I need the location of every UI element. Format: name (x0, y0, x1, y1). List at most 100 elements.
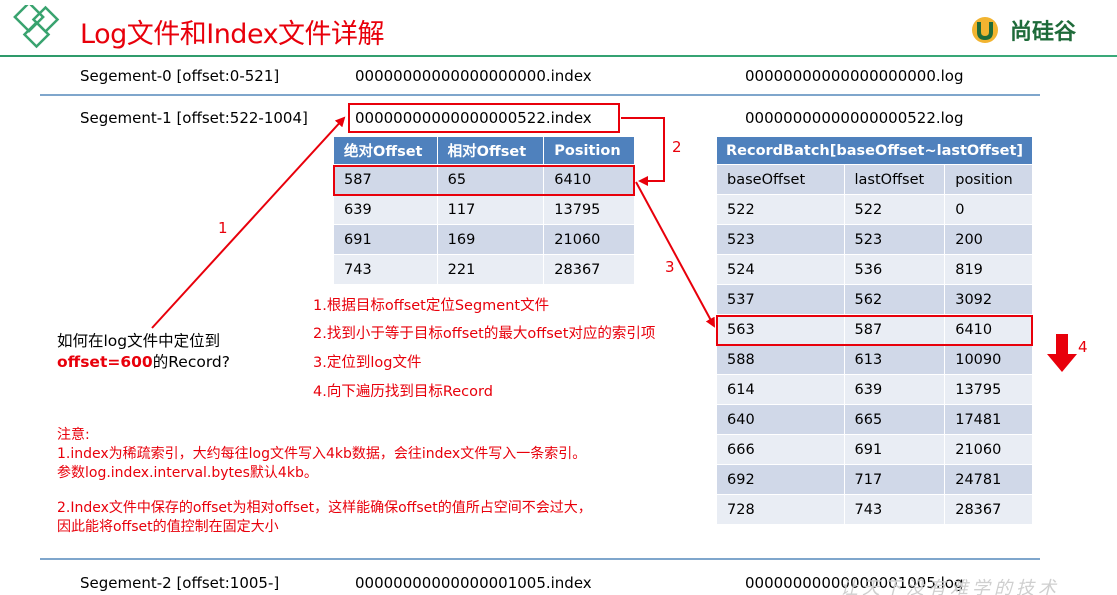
table-cell: 117 (436, 194, 545, 225)
index-table-header: 绝对Offset 相对Offset Position (333, 136, 635, 165)
arrow-step-3 (635, 181, 715, 328)
segment-1-index-highlight (348, 103, 620, 133)
table-cell: 522 (716, 194, 845, 225)
segment-divider (40, 94, 1040, 96)
table-cell: 666 (716, 434, 845, 465)
segment-divider (40, 558, 1040, 560)
table-cell: 743 (843, 494, 946, 525)
table-row: 692 717 24781 (716, 464, 1033, 495)
table-cell: 640 (716, 404, 845, 435)
table-row: 537 562 3092 (716, 284, 1033, 315)
table-cell: 588 (716, 344, 845, 375)
table-row: 728 743 28367 (716, 494, 1033, 525)
question-text: 如何在log文件中定位到 offset=600的Record? (57, 331, 230, 373)
target-offset: offset=600 (57, 353, 153, 371)
segment-0-label: Segement-0 [offset:0-521] (80, 67, 280, 85)
question-line-2: offset=600的Record? (57, 352, 230, 373)
table-cell: 537 (716, 284, 845, 315)
down-arrow-icon (1047, 334, 1077, 372)
table-cell: 0 (944, 194, 1033, 225)
segment-1-log-file: 00000000000000000522.log (745, 109, 964, 127)
table-cell: 562 (843, 284, 946, 315)
table-cell: 21060 (944, 434, 1033, 465)
table-row: 522 522 0 (716, 194, 1033, 225)
table-cell: 692 (716, 464, 845, 495)
page-title: Log文件和Index文件详解 (80, 19, 385, 50)
table-row: 666 691 21060 (716, 434, 1033, 465)
step-1-text: 1.根据目标offset定位Segment文件 (313, 298, 550, 314)
title-divider (0, 55, 1117, 57)
index-header-relative-offset: 相对Offset (436, 136, 545, 165)
step-number-1: 1 (218, 219, 228, 237)
table-row: 524 536 819 (716, 254, 1033, 285)
segment-1-label: Segement-1 [offset:522-1004] (80, 109, 308, 127)
table-cell: 639 (333, 194, 438, 225)
question-line-2-rest: 的Record? (152, 353, 230, 371)
table-cell: 200 (944, 224, 1033, 255)
brand-name: 尚硅谷 (1010, 20, 1077, 45)
index-header-position: Position (543, 136, 635, 165)
table-cell: 728 (716, 494, 845, 525)
record-batch-title: RecordBatch[baseOffset~lastOffset] (716, 136, 1033, 165)
table-row: 614 639 13795 (716, 374, 1033, 405)
watermark: 让天下没有难学的技术 (840, 578, 1060, 595)
table-cell: 28367 (543, 254, 635, 285)
table-cell: 13795 (944, 374, 1033, 405)
table-cell: 169 (436, 224, 545, 255)
table-row: 691 169 21060 (333, 224, 635, 255)
step-number-2: 2 (672, 138, 682, 156)
table-row: 588 613 10090 (716, 344, 1033, 375)
table-cell: 21060 (543, 224, 635, 255)
step-3-text: 3.定位到log文件 (313, 355, 422, 371)
record-row-highlight (716, 315, 1033, 346)
table-cell: 522 (843, 194, 946, 225)
segment-2-label: Segement-2 [offset:1005-] (80, 574, 280, 592)
index-table: 绝对Offset 相对Offset Position 587 65 6410 6… (333, 136, 635, 285)
note-2-line-2: 因此能将offset的值控制在固定大小 (57, 519, 279, 535)
title-bar: Log文件和Index文件详解 尚硅谷 (0, 0, 1117, 57)
table-cell: 536 (843, 254, 946, 285)
table-cell: 13795 (543, 194, 635, 225)
table-cell: 523 (716, 224, 845, 255)
index-header-absolute-offset: 绝对Offset (333, 136, 438, 165)
table-row: 523 523 200 (716, 224, 1033, 255)
table-cell: 3092 (944, 284, 1033, 315)
table-cell: 743 (333, 254, 438, 285)
table-cell: 691 (333, 224, 438, 255)
table-cell: 665 (843, 404, 946, 435)
table-cell: 28367 (944, 494, 1033, 525)
question-line-1: 如何在log文件中定位到 (57, 332, 221, 350)
table-cell: 717 (843, 464, 946, 495)
segment-0-index-file: 00000000000000000000.index (355, 67, 592, 85)
table-row: 743 221 28367 (333, 254, 635, 285)
rb-header-last-offset: lastOffset (843, 164, 946, 195)
table-cell: 613 (843, 344, 946, 375)
table-cell: 639 (843, 374, 946, 405)
table-cell: 221 (436, 254, 545, 285)
note-heading: 注意: (57, 427, 90, 443)
segment-2-index-file: 00000000000000001005.index (355, 574, 592, 592)
step-4-text: 4.向下遍历找到目标Record (313, 384, 493, 400)
step-number-4: 4 (1078, 338, 1088, 356)
table-cell: 614 (716, 374, 845, 405)
diamond-logo-icon (13, 5, 60, 49)
rb-header-base-offset: baseOffset (716, 164, 845, 195)
table-cell: 819 (944, 254, 1033, 285)
segment-0-log-file: 00000000000000000000.log (745, 67, 964, 85)
note-1-line-1: 1.index为稀疏索引，大约每往log文件写入4kb数据，会往index文件写… (57, 446, 587, 462)
table-cell: 17481 (944, 404, 1033, 435)
table-cell: 524 (716, 254, 845, 285)
table-row: 639 117 13795 (333, 194, 635, 225)
table-cell: 691 (843, 434, 946, 465)
step-number-3: 3 (665, 258, 675, 276)
step-2-text: 2.找到小于等于目标offset的最大offset对应的索引项 (313, 326, 656, 342)
table-row: 640 665 17481 (716, 404, 1033, 435)
note-2-line-1: 2.Index文件中保存的offset为相对offset，这样能确保offset… (57, 500, 592, 516)
brand-u-icon (972, 17, 998, 43)
record-batch-title-row: RecordBatch[baseOffset~lastOffset] (716, 136, 1033, 165)
table-cell: 24781 (944, 464, 1033, 495)
note-1-line-2: 参数log.index.interval.bytes默认4kb。 (57, 465, 318, 481)
record-batch-header-row: baseOffset lastOffset position (716, 164, 1033, 195)
rb-header-position: position (944, 164, 1033, 195)
index-row-highlight (333, 165, 635, 196)
